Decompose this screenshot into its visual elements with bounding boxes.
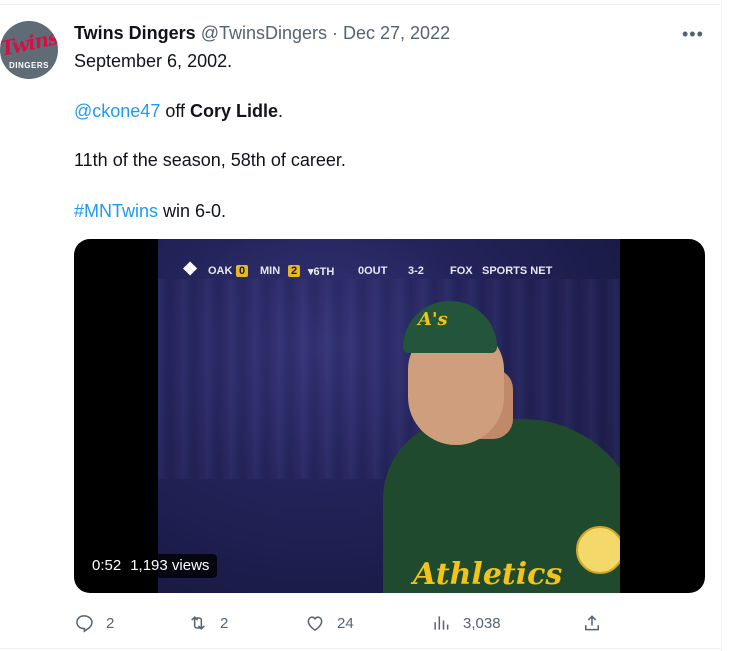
like-count: 24	[337, 614, 354, 632]
avatar[interactable]: Twins DINGERS	[0, 21, 58, 79]
line2-middle: off	[160, 101, 191, 121]
right-border	[721, 0, 722, 651]
header-separator: ·	[327, 23, 344, 43]
video-frame: ❖ OAK 0 MIN 2 ▾6TH 0OUT 3-2 FOX SPORTS N…	[158, 239, 620, 593]
line4-rest: win 6-0.	[158, 201, 227, 221]
action-bar: 2 2 24 3,038	[0, 611, 722, 635]
views-count: 3,038	[463, 614, 501, 632]
bottom-divider	[0, 648, 722, 649]
retweet-icon	[191, 616, 205, 630]
mention-link[interactable]: @ckone47	[74, 101, 160, 121]
scorebug-inning: ▾6TH	[308, 266, 335, 278]
line2-end: .	[278, 101, 284, 121]
scorebug-outs: 0OUT	[358, 265, 388, 277]
cap-logo: A's	[418, 309, 448, 330]
video-views: 1,193 views	[130, 557, 210, 574]
retweet-count: 2	[220, 614, 229, 632]
retweet-button[interactable]: 2	[188, 611, 228, 635]
like-button[interactable]: 24	[305, 611, 354, 635]
sleeve-patch	[576, 526, 620, 574]
avatar-logo-text: Twins	[0, 25, 58, 61]
tweet-date[interactable]: Dec 27, 2022	[343, 23, 450, 43]
tweet-line-stats: 11th of the season, 58th of career.	[74, 150, 346, 170]
scorebug-team2: MIN	[260, 265, 281, 277]
scorebug-network-a: FOX	[450, 265, 473, 277]
share-icon	[585, 615, 599, 631]
reply-icon	[76, 615, 93, 633]
pitcher-name: Cory Lidle	[190, 101, 279, 121]
author-name[interactable]: Twins Dingers	[74, 23, 196, 43]
more-horizontal-icon[interactable]: •••	[682, 24, 704, 45]
tweet-line-pitcher: @ckone47 off Cory Lidle.	[74, 100, 283, 122]
views-button[interactable]: 3,038	[431, 611, 501, 635]
scorebug-score2: 2	[288, 265, 301, 277]
tweet-line-date: September 6, 2002.	[74, 51, 233, 71]
reply-button[interactable]: 2	[74, 611, 114, 635]
avatar-logo-subtext: DINGERS	[9, 61, 49, 70]
tweet-header: Twins Dingers @TwinsDingers · Dec 27, 20…	[74, 22, 450, 44]
video-info-badge: 0:52 1,193 views	[84, 554, 218, 578]
hashtag-link[interactable]: #MNTwins	[74, 201, 158, 221]
scorebug-team1: OAK	[208, 265, 233, 277]
bases-diamond-icon: ❖	[182, 259, 199, 279]
reply-count: 2	[106, 614, 115, 632]
author-handle[interactable]: @TwinsDingers	[201, 23, 327, 43]
video-duration: 0:52	[92, 557, 122, 574]
share-button[interactable]	[582, 611, 602, 635]
tweet-line-result: #MNTwins win 6-0.	[74, 200, 226, 222]
analytics-icon	[434, 616, 449, 630]
video-player[interactable]: ❖ OAK 0 MIN 2 ▾6TH 0OUT 3-2 FOX SPORTS N…	[74, 239, 705, 593]
scorebug-score1: 0	[236, 265, 249, 277]
scorebug-network-b: SPORTS NET	[482, 265, 553, 277]
scorebug-count: 3-2	[408, 265, 424, 277]
jersey-lettering: Athletics	[413, 557, 563, 592]
heart-icon	[307, 616, 323, 631]
top-divider	[0, 4, 722, 5]
scorebug: ❖ OAK 0 MIN 2 ▾6TH 0OUT 3-2 FOX SPORTS N…	[182, 259, 602, 281]
